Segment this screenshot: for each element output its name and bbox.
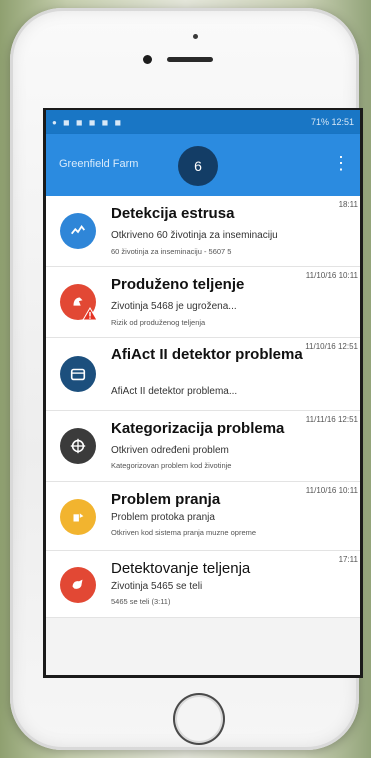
notification-count-badge[interactable]: 6: [178, 146, 218, 186]
washing-icon: [60, 499, 96, 535]
home-button[interactable]: [173, 693, 225, 745]
clock: 12:51: [331, 117, 354, 127]
notification-list: Detekcija estrusa 18:11 Otkriveno 60 živ…: [46, 196, 360, 618]
overflow-menu-icon[interactable]: ⋮: [332, 154, 350, 172]
notification-time: 11/10/16 10:11: [305, 271, 358, 280]
notification-icons: ● ◼ ◼ ◼ ◼ ◼: [52, 117, 124, 127]
notification-title: Detektovanje teljenja: [111, 560, 251, 577]
app-title: Greenfield Farm: [59, 158, 139, 170]
notification-subtext: Otkriven kod sistema pranja muzne opreme: [111, 528, 257, 537]
app-content: ● ◼ ◼ ◼ ◼ ◼ 71% 12:51 Greenfield Farm 6 …: [46, 110, 360, 675]
front-camera: [143, 55, 152, 64]
status-bar: ● ◼ ◼ ◼ ◼ ◼ 71% 12:51: [46, 110, 360, 134]
notification-text: Otkriven određeni problem: [111, 445, 229, 456]
earpiece-speaker: [167, 57, 213, 62]
notification-time: 11/10/16 10:11: [305, 486, 358, 495]
phone-screen: ● ◼ ◼ ◼ ◼ ◼ 71% 12:51 Greenfield Farm 6 …: [43, 108, 363, 678]
notification-item[interactable]: AfiAct II detektor problema 11/10/16 12:…: [46, 338, 360, 411]
phone-frame: ● ◼ ◼ ◼ ◼ ◼ 71% 12:51 Greenfield Farm 6 …: [10, 8, 363, 750]
status-right: 71% 12:51: [311, 117, 354, 127]
notification-item[interactable]: Detektovanje teljenja 17:11 Životinja 54…: [46, 551, 360, 618]
notification-item[interactable]: Detekcija estrusa 18:11 Otkriveno 60 živ…: [46, 196, 360, 267]
notification-item[interactable]: Kategorizacija problema 11/11/16 12:51 O…: [46, 411, 360, 482]
app-bar: Greenfield Farm 6 ⋮: [46, 134, 360, 196]
notification-subtext: 60 životinja za inseminaciju - 5607 5: [111, 247, 232, 256]
proximity-sensor: [193, 34, 198, 39]
notification-item[interactable]: Produženo teljenje 11/10/16 10:11 Životi…: [46, 267, 360, 338]
notification-time: 18:11: [338, 200, 358, 209]
notification-text: Životinja 5465 se teli: [111, 581, 203, 592]
crosshair-icon: [60, 428, 96, 464]
calving-icon: [60, 567, 96, 603]
notification-item[interactable]: Problem pranja 11/10/16 10:11 Problem pr…: [46, 482, 360, 551]
warning-icon: [82, 307, 98, 321]
notification-text: Otkriveno 60 životinja za inseminaciju: [111, 230, 278, 241]
notification-text: Problem protoka pranja: [111, 512, 215, 523]
signal-text: 71%: [310, 117, 329, 127]
notification-title: Problem pranja: [111, 491, 221, 508]
notification-time: 11/10/16 12:51: [305, 342, 358, 351]
notification-title: AfiAct II detektor problema: [111, 346, 303, 363]
notification-text: Životinja 5468 je ugrožena...: [111, 301, 237, 312]
notification-subtext: Rizik od produženog teljenja: [111, 318, 206, 327]
calendar-icon: [60, 356, 96, 392]
notification-subtext: 5465 se teli (3:11): [111, 597, 171, 606]
notification-text: AfiAct II detektor problema...: [111, 386, 238, 397]
notification-title: Produženo teljenje: [111, 276, 245, 293]
notification-title: Detekcija estrusa: [111, 205, 235, 222]
heat-detection-icon: [60, 213, 96, 249]
notification-time: 11/11/16 12:51: [305, 415, 358, 424]
notification-subtext: Kategorizovan problem kod životinje: [111, 461, 232, 470]
notification-time: 17:11: [338, 555, 358, 564]
